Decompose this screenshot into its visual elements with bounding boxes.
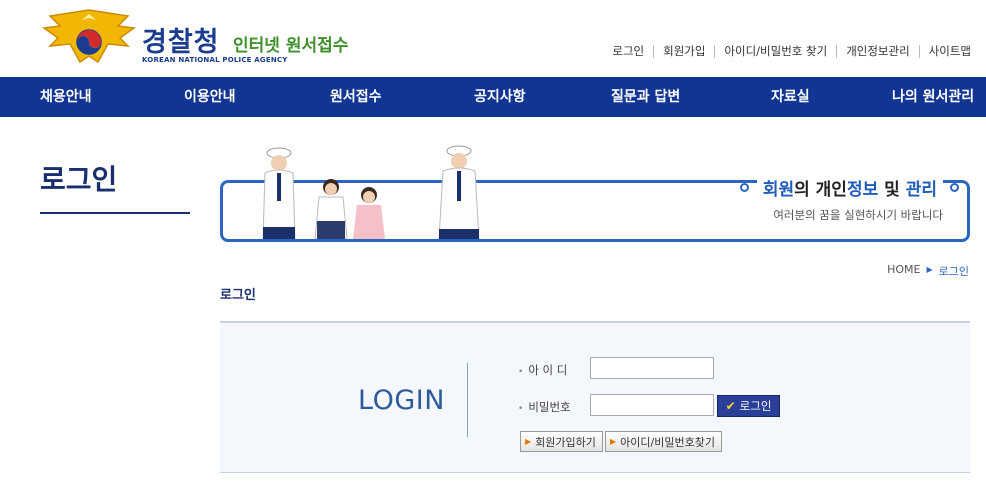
banner-dot-left: [740, 183, 749, 192]
id-label-text: 아 이 디: [528, 363, 568, 377]
arrow-right-icon: ▶: [610, 437, 617, 446]
nav-item-notice[interactable]: 공지사항: [474, 77, 526, 117]
login-button[interactable]: ✔ 로그인: [717, 395, 780, 417]
banner-people-illustration: [262, 145, 480, 239]
id-input[interactable]: [590, 357, 714, 379]
password-input[interactable]: [590, 394, 714, 416]
find-account-button-label: 아이디/비밀번호찾기: [620, 435, 715, 449]
police-emblem-icon: [42, 9, 136, 64]
nav-item-qna[interactable]: 질문과 답변: [611, 77, 680, 117]
utility-privacy-link[interactable]: 개인정보관리: [836, 45, 918, 58]
bullet-icon: •: [518, 367, 524, 377]
utility-nav: 로그인 회원가입 아이디/비밀번호 찾기 개인정보관리 사이트맵: [603, 45, 980, 58]
banner-dot-right: [950, 183, 959, 192]
site-logo[interactable]: 경찰청 인터넷 원서접수 KOREAN NATIONAL POLICE AGEN…: [40, 6, 370, 68]
join-button-label: 회원가입하기: [535, 435, 596, 449]
login-divider: [467, 363, 468, 437]
utility-join-link[interactable]: 회원가입: [653, 45, 714, 58]
utility-login-link[interactable]: 로그인: [603, 45, 653, 58]
banner-headline-member: 회원: [762, 180, 795, 200]
banner-headline-manage: 관리: [905, 180, 937, 200]
bullet-icon: •: [518, 404, 524, 414]
id-label: • 아 이 디: [518, 362, 567, 378]
login-button-label: 로그인: [739, 399, 772, 413]
breadcrumb-arrow-icon: ▶: [926, 265, 933, 274]
nav-item-application[interactable]: 원서접수: [330, 77, 382, 117]
banner-headline-part1: 의 개인: [794, 180, 847, 200]
nav-item-resources[interactable]: 자료실: [771, 77, 810, 117]
password-label: • 비밀번호: [518, 399, 571, 415]
banner-headline-info: 정보: [846, 180, 879, 200]
login-panel: LOGIN • 아 이 디 • 비밀번호 ✔ 로그인 ▶ 회원가입하기 ▶ 아이디/…: [220, 321, 970, 473]
brand-subtitle: 인터넷 원서접수: [233, 36, 349, 56]
find-account-button[interactable]: ▶ 아이디/비밀번호찾기: [605, 431, 722, 452]
check-icon: ✔: [725, 399, 736, 413]
breadcrumb-home[interactable]: HOME: [887, 263, 920, 279]
nav-item-usage-guide[interactable]: 이용안내: [184, 77, 236, 117]
banner-headline: 회원의 개인정보 및 관리: [756, 175, 943, 200]
main-nav: 채용안내 이용안내 원서접수 공지사항 질문과 답변 자료실 나의 원서관리: [0, 77, 986, 117]
arrow-right-icon: ▶: [525, 437, 532, 446]
breadcrumb: HOME ▶ 로그인: [887, 263, 969, 279]
sidebar-underline: [40, 212, 190, 214]
page-banner: 회원의 개인정보 및 관리 여러분의 꿈을 실현하시기 바랍니다: [220, 145, 970, 242]
login-title: LOGIN: [358, 385, 445, 416]
sidebar-title: 로그인: [40, 163, 118, 196]
breadcrumb-current: 로그인: [938, 265, 969, 278]
utility-sitemap-link[interactable]: 사이트맵: [918, 45, 980, 58]
password-label-text: 비밀번호: [528, 400, 571, 414]
join-button[interactable]: ▶ 회원가입하기: [520, 431, 603, 452]
utility-find-account-link[interactable]: 아이디/비밀번호 찾기: [714, 45, 836, 58]
brand-english: KOREAN NATIONAL POLICE AGENCY: [142, 56, 288, 64]
brand-title: 경찰청: [142, 27, 220, 58]
nav-item-my-application[interactable]: 나의 원서관리: [892, 77, 974, 117]
page-title: 로그인: [220, 288, 256, 303]
nav-item-recruit-info[interactable]: 채용안내: [40, 77, 92, 117]
banner-headline-part2: 및: [878, 180, 906, 200]
banner-subtitle: 여러분의 꿈을 실현하시기 바랍니다: [773, 208, 943, 222]
